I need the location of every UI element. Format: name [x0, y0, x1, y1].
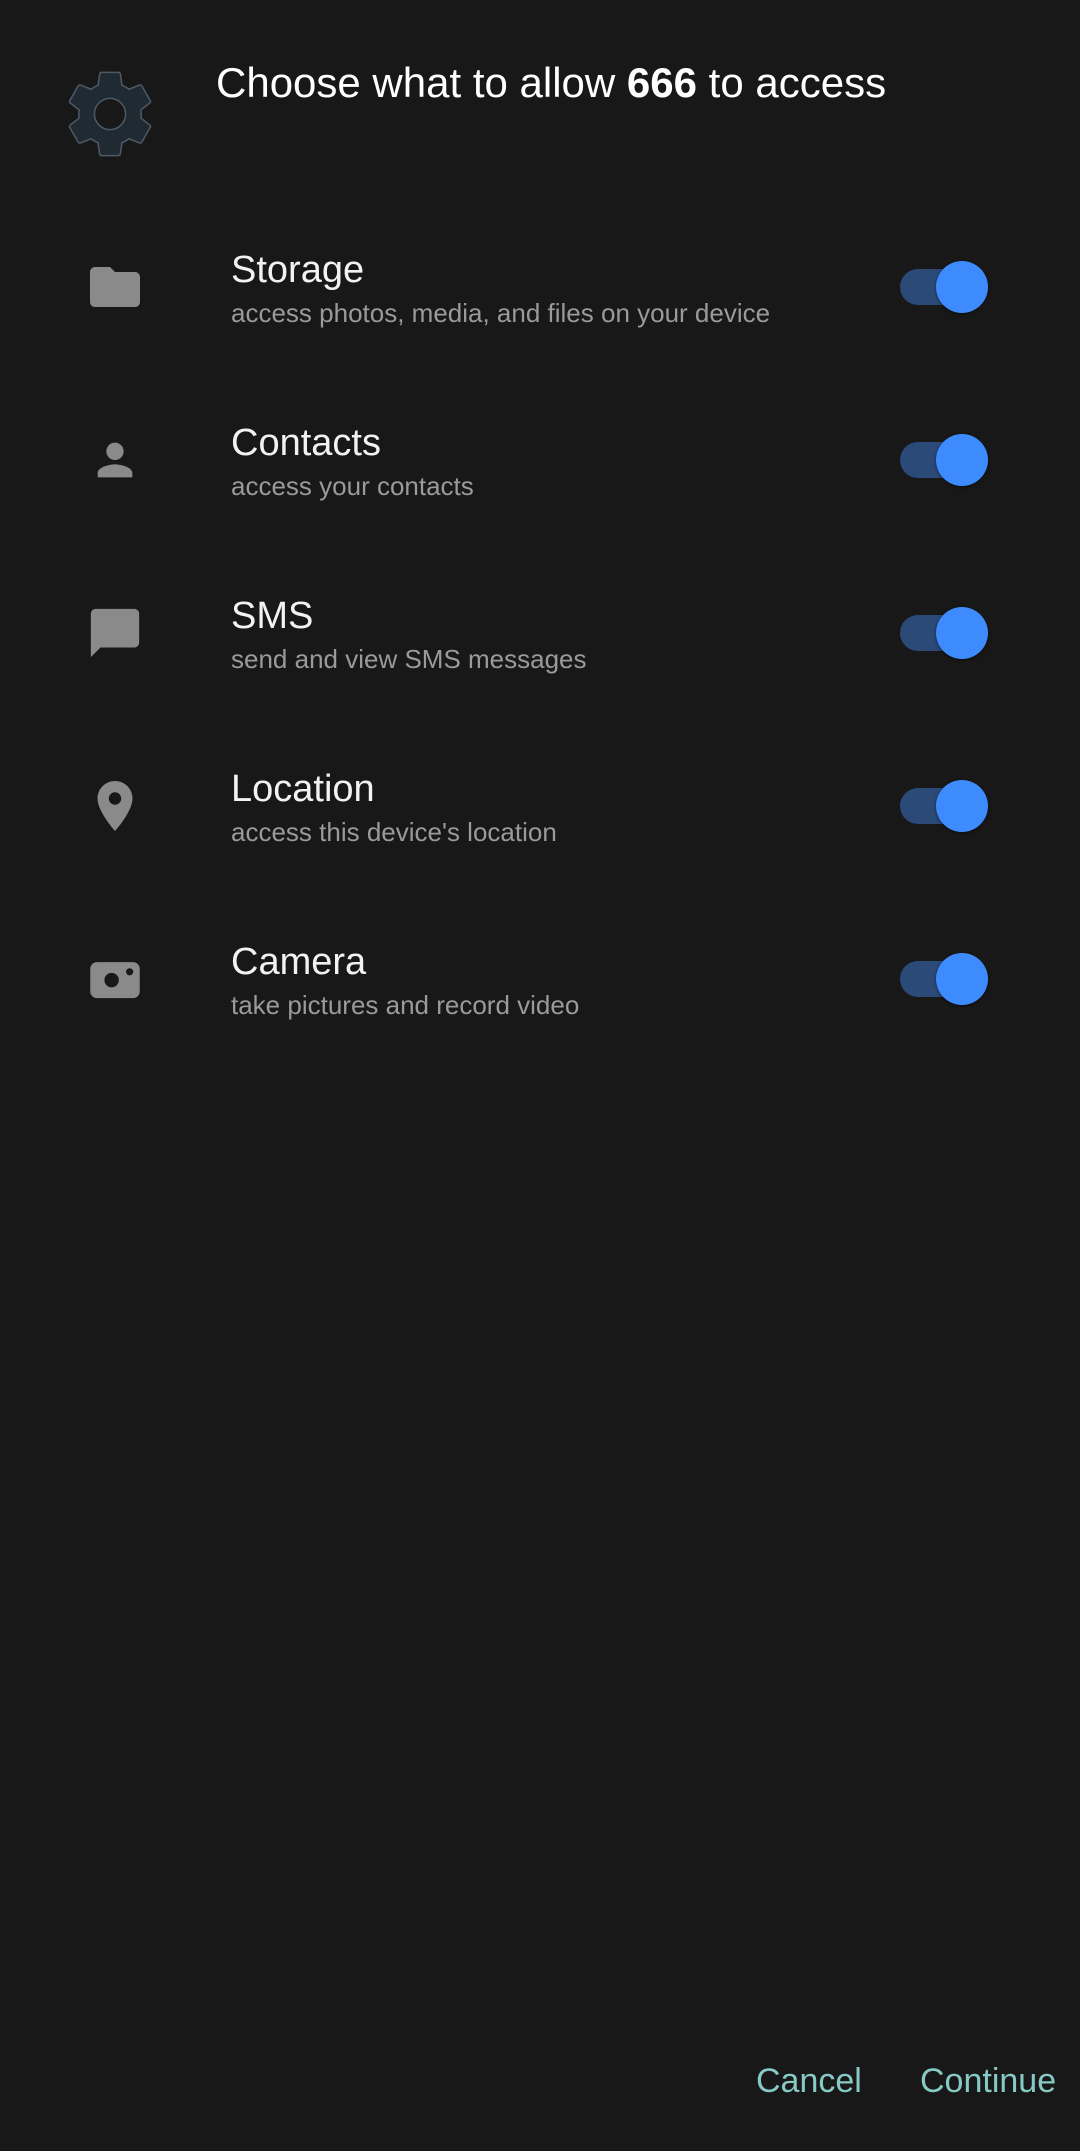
toggle-thumb [936, 953, 988, 1005]
permission-description: send and view SMS messages [231, 644, 587, 674]
title-suffix: to access [696, 59, 887, 106]
permission-name: Storage [231, 249, 365, 291]
permission-text: Storage access photos, media, and files … [231, 247, 871, 331]
sms-toggle[interactable] [898, 607, 988, 659]
permission-row-contacts[interactable]: Contacts access your contacts [0, 373, 1080, 546]
permission-row-sms[interactable]: SMS send and view SMS messages [0, 546, 1080, 719]
gear-icon [58, 62, 162, 166]
toggle-thumb [936, 607, 988, 659]
camera-toggle[interactable] [898, 953, 988, 1005]
permission-name: Camera [231, 941, 367, 983]
cancel-button[interactable]: Cancel [756, 2056, 862, 2106]
location-toggle[interactable] [898, 780, 988, 832]
permission-text: Camera take pictures and record video [231, 939, 871, 1023]
folder-icon [80, 252, 150, 322]
title-prefix: Choose what to allow [216, 59, 627, 106]
location-pin-icon [80, 771, 150, 841]
person-icon [80, 425, 150, 495]
permission-text: SMS send and view SMS messages [231, 593, 871, 677]
permission-description: access your contacts [231, 471, 474, 501]
permission-name: Location [231, 768, 375, 810]
toggle-thumb [936, 434, 988, 486]
permission-description: take pictures and record video [231, 990, 580, 1020]
permission-screen: Choose what to allow 666 to access Stora… [0, 0, 1080, 2151]
permission-description: access this device's location [231, 817, 557, 847]
permission-name: Contacts [231, 422, 381, 464]
app-name: 666 [626, 59, 697, 106]
toggle-thumb [936, 261, 988, 313]
header: Choose what to allow 666 to access [0, 0, 1080, 200]
message-icon [80, 598, 150, 668]
permission-text: Location access this device's location [231, 766, 871, 850]
toggle-thumb [936, 780, 988, 832]
permission-list: Storage access photos, media, and files … [0, 200, 1080, 1065]
permission-row-storage[interactable]: Storage access photos, media, and files … [0, 200, 1080, 373]
contacts-toggle[interactable] [898, 434, 988, 486]
permission-row-camera[interactable]: Camera take pictures and record video [0, 892, 1080, 1065]
permission-description: access photos, media, and files on your … [231, 298, 771, 328]
permission-text: Contacts access your contacts [231, 420, 871, 504]
page-title: Choose what to allow 666 to access [216, 56, 1036, 110]
permission-row-location[interactable]: Location access this device's location [0, 719, 1080, 892]
storage-toggle[interactable] [898, 261, 988, 313]
continue-button[interactable]: Continue [920, 2056, 1056, 2106]
camera-icon [80, 944, 150, 1014]
permission-name: SMS [231, 595, 314, 637]
